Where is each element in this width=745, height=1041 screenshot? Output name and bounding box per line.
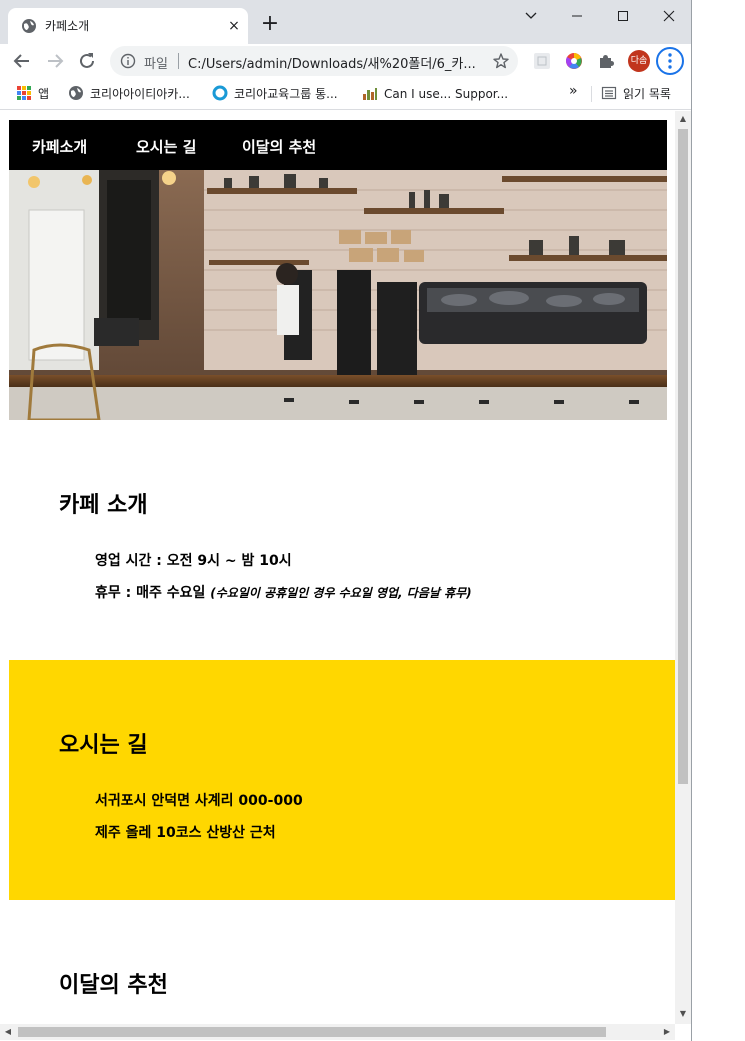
browser-menu-button[interactable] xyxy=(656,47,684,75)
globe-icon xyxy=(69,86,83,100)
bookmarks-overflow-icon[interactable]: » xyxy=(569,83,578,101)
bookmark-item[interactable]: 코리아교육그룹 통... xyxy=(212,85,338,103)
scroll-up-icon[interactable]: ▲ xyxy=(675,111,691,127)
globe-icon xyxy=(22,19,36,33)
bookmarks-divider xyxy=(591,86,592,102)
bookmark-item[interactable]: Can I use... Suppor... xyxy=(362,85,508,103)
directions-section: 오시는 길 서귀포시 안덕면 사계리 000-000 제주 올레 10코스 산방… xyxy=(9,660,675,900)
ring-logo-icon xyxy=(212,85,228,101)
maximize-icon[interactable] xyxy=(601,4,645,28)
page-viewport: 카페소개 오시는 길 이달의 추천 카페 소개 영업 시간: 오전 9시 ~ … xyxy=(0,111,691,1041)
browser-tab[interactable]: 카페소개 × xyxy=(8,8,248,44)
tab-strip: 카페소개 × + xyxy=(0,0,691,44)
bookmark-apps[interactable]: 앱 xyxy=(16,85,49,103)
security-label: 파일 xyxy=(144,57,168,72)
recommend-section: 이달의 추천 xyxy=(9,900,675,1024)
nav-link-directions[interactable]: 오시는 길 xyxy=(136,136,196,157)
reading-list-label: 읽기 목록 xyxy=(623,87,671,101)
new-tab-icon[interactable]: + xyxy=(258,12,282,36)
landmark-line: 제주 올레 10코스 산방산 근처 xyxy=(95,825,276,841)
reading-list-button[interactable]: 읽기 목록 xyxy=(601,85,671,103)
closed-day-note: (수요일이 공휴일인 경우 수요일 영업, 다음날 휴무) xyxy=(210,586,472,600)
cafe-hero-image xyxy=(9,170,667,420)
business-hours: 영업 시간 : 오전 9시 ~ 밤 10시 xyxy=(95,553,292,569)
color-wheel-icon[interactable] xyxy=(565,52,583,70)
bookmark-star-icon[interactable] xyxy=(492,52,510,70)
bookmark-label: Can I use... Suppor... xyxy=(384,87,509,101)
more-vert-icon xyxy=(668,53,672,69)
minimize-icon[interactable] xyxy=(555,4,599,28)
about-title: 카페 소개 xyxy=(59,493,148,518)
scroll-right-icon[interactable]: ▶ xyxy=(659,1024,675,1040)
bookmark-label: 코리아교육그룹 통... xyxy=(234,87,338,101)
scroll-left-icon[interactable]: ◀ xyxy=(0,1024,16,1040)
profile-avatar[interactable]: 다솜 xyxy=(628,50,650,72)
tab-search-icon[interactable] xyxy=(509,4,553,28)
back-arrow-icon[interactable] xyxy=(11,50,33,72)
browser-window: 카페소개 × + 파일 C:/Users/admin/Downloads/새%2… xyxy=(0,0,692,1041)
bookmark-apps-label: 앱 xyxy=(38,87,50,101)
bookmarks-bar: 앱 코리아아이티아카... 코리아교육그룹 통... Can I use... … xyxy=(0,78,691,110)
reload-icon[interactable] xyxy=(76,50,98,72)
vertical-scrollbar[interactable]: ▲ ▼ xyxy=(675,111,691,1024)
reading-list-icon xyxy=(601,86,617,100)
about-section: 카페 소개 영업 시간 : 오전 9시 ~ 밤 10시 휴무 : 매주 수요일 … xyxy=(9,420,675,660)
address-bar[interactable]: 파일 C:/Users/admin/Downloads/새%20폴더/6_카..… xyxy=(110,46,518,76)
bookmark-item[interactable]: 코리아아이티아카... xyxy=(68,85,190,103)
scroll-down-icon[interactable]: ▼ xyxy=(675,1006,691,1022)
browser-toolbar: 파일 C:/Users/admin/Downloads/새%20폴더/6_카..… xyxy=(0,44,691,78)
horizontal-scroll-thumb[interactable] xyxy=(18,1027,606,1037)
horizontal-scrollbar[interactable]: ◀ ▶ xyxy=(0,1024,675,1040)
site-nav: 카페소개 오시는 길 이달의 추천 xyxy=(9,120,667,170)
address-divider xyxy=(178,53,179,69)
apps-grid-icon xyxy=(17,86,31,100)
vertical-scroll-thumb[interactable] xyxy=(678,129,688,784)
extensions-puzzle-icon[interactable] xyxy=(597,52,615,70)
recommend-title: 이달의 추천 xyxy=(59,973,168,998)
bookmark-label: 코리아아이티아카... xyxy=(90,87,190,101)
nav-link-recommend[interactable]: 이달의 추천 xyxy=(242,136,316,157)
close-window-icon[interactable] xyxy=(647,4,691,28)
closed-day-line: 휴무 : 매주 수요일 (수요일이 공휴일인 경우 수요일 영업, 다음날 휴무… xyxy=(95,582,472,602)
url-text[interactable]: C:/Users/admin/Downloads/새%20폴더/6_카... xyxy=(188,53,476,72)
tab-title: 카페소개 xyxy=(45,19,90,33)
extension-grid-icon[interactable] xyxy=(533,52,551,70)
closed-day: 휴무 : 매주 수요일 xyxy=(95,585,206,601)
close-tab-icon[interactable]: × xyxy=(226,18,242,34)
info-icon[interactable] xyxy=(120,53,136,69)
caniuse-chart-icon xyxy=(363,88,377,100)
forward-arrow-icon[interactable] xyxy=(44,50,66,72)
address-line: 서귀포시 안덕면 사계리 000-000 xyxy=(95,793,303,809)
directions-title: 오시는 길 xyxy=(59,733,148,758)
nav-link-about[interactable]: 카페소개 xyxy=(32,136,87,157)
